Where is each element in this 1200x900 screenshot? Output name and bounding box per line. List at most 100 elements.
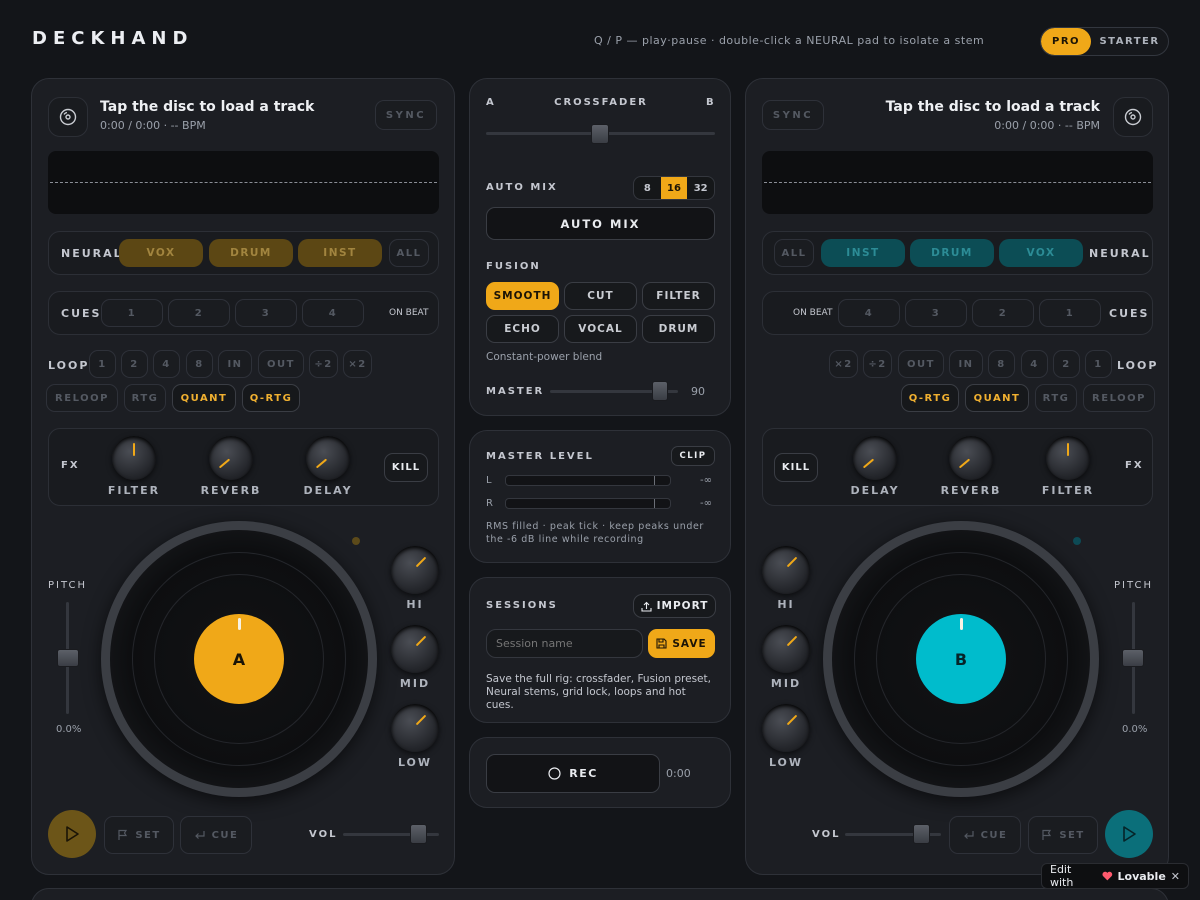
deck-b-reloop[interactable]: RELOOP — [1083, 384, 1155, 412]
deck-a-loop-in[interactable]: IN — [218, 350, 252, 378]
deck-a-loop-btn[interactable]: 2 — [121, 350, 148, 378]
master-slider[interactable] — [652, 381, 668, 401]
deck-a-on-beat[interactable]: ON BEAT — [389, 308, 429, 318]
deck-a-rtg[interactable]: RTG — [124, 384, 166, 412]
deck-b-vol-slider[interactable] — [913, 824, 930, 844]
deck-b-loop-btn[interactable]: 2 — [1053, 350, 1080, 378]
clip-indicator[interactable]: CLIP — [671, 446, 715, 466]
deck-a-disc-label: A — [194, 614, 284, 704]
deck-a-loop-btn[interactable]: 1 — [89, 350, 116, 378]
deck-b-loop-half[interactable]: ÷2 — [863, 350, 892, 378]
deck-a-hi-knob[interactable] — [391, 546, 439, 594]
fusion-echo[interactable]: ECHO — [486, 315, 559, 343]
deck-a-stem-inst[interactable]: INST — [298, 239, 382, 267]
deck-a-neural-row: NEURAL VOX DRUM INST ALL — [48, 231, 439, 275]
deck-a-q-rtg[interactable]: Q-RTG — [242, 384, 300, 412]
deck-b-stem-inst[interactable]: INST — [821, 239, 905, 267]
deck-a-pitch-slider[interactable] — [57, 649, 79, 667]
deck-b-stem-vox[interactable]: VOX — [999, 239, 1083, 267]
deck-a-delay-knob[interactable] — [306, 436, 350, 480]
deck-b-loop-double[interactable]: ×2 — [829, 350, 858, 378]
bars-16[interactable]: 16 — [660, 177, 688, 199]
deck-b-cue-pad[interactable]: 2 — [972, 299, 1034, 327]
save-button[interactable]: SAVE — [648, 629, 715, 658]
plan-starter-button[interactable]: STARTER — [1091, 28, 1168, 55]
deck-b-stem-all[interactable]: ALL — [774, 239, 814, 267]
deck-b-sync-button[interactable]: SYNC — [762, 100, 824, 130]
deck-a-loop-btn[interactable]: 4 — [153, 350, 180, 378]
deck-b-loop-out[interactable]: OUT — [898, 350, 944, 378]
deck-a-cue-pad[interactable]: 2 — [168, 299, 230, 327]
deck-a-reverb-knob[interactable] — [209, 436, 253, 480]
deck-b-loop-label: LOOP — [1117, 359, 1159, 372]
deck-b-on-beat[interactable]: ON BEAT — [793, 308, 833, 318]
deck-b-loop-btn[interactable]: 1 — [1085, 350, 1112, 378]
deck-b-quant[interactable]: QUANT — [965, 384, 1029, 412]
edit-with-lovable-badge[interactable]: Edit with Lovable ✕ — [1041, 863, 1189, 889]
deck-a-stem-drum[interactable]: DRUM — [209, 239, 293, 267]
deck-a-loop-double[interactable]: ×2 — [343, 350, 372, 378]
deck-b-cue-pad[interactable]: 1 — [1039, 299, 1101, 327]
automix-button[interactable]: AUTO MIX — [486, 207, 715, 240]
fusion-drum[interactable]: DRUM — [642, 315, 715, 343]
deck-b-low-knob[interactable] — [762, 704, 810, 752]
deck-b-reverb-knob[interactable] — [949, 436, 993, 480]
session-name-input[interactable] — [486, 629, 643, 658]
deck-b-loop-btn[interactable]: 8 — [988, 350, 1015, 378]
deck-b-delay-knob[interactable] — [853, 436, 897, 480]
fusion-vocal[interactable]: VOCAL — [564, 315, 637, 343]
meter-note: RMS filled · peak tick · keep peaks unde… — [486, 521, 704, 545]
deck-a-loop-out[interactable]: OUT — [258, 350, 304, 378]
deck-a-cue-pad[interactable]: 1 — [101, 299, 163, 327]
deck-a-loop-half[interactable]: ÷2 — [309, 350, 338, 378]
deck-b-kill-button[interactable]: KILL — [774, 453, 818, 482]
deck-b-rtg[interactable]: RTG — [1035, 384, 1077, 412]
deck-a-low-knob[interactable] — [391, 704, 439, 752]
deck-b-filter-knob[interactable] — [1046, 436, 1090, 480]
deck-a-set-button[interactable]: SET — [104, 816, 174, 854]
deck-a-filter-knob[interactable] — [112, 436, 156, 480]
sessions-panel: SESSIONS IMPORT SAVE Save the full rig: … — [469, 577, 731, 723]
deck-a-loop-btn[interactable]: 8 — [186, 350, 213, 378]
deck-b-set-button[interactable]: SET — [1028, 816, 1098, 854]
deck-b-cue-button[interactable]: CUE — [949, 816, 1021, 854]
deck-a-stem-vox[interactable]: VOX — [119, 239, 203, 267]
crossfader-slider[interactable] — [591, 124, 609, 144]
deck-a-quant[interactable]: QUANT — [172, 384, 236, 412]
deck-b-stem-drum[interactable]: DRUM — [910, 239, 994, 267]
deck-a-cue-pad[interactable]: 4 — [302, 299, 364, 327]
import-button[interactable]: IMPORT — [633, 594, 716, 618]
plan-pro-button[interactable]: PRO — [1041, 28, 1091, 55]
deck-a-mid-knob[interactable] — [391, 625, 439, 673]
keyboard-hint: Q / P — play·pause · double-click a NEUR… — [594, 34, 985, 47]
deck-b-loop-in[interactable]: IN — [949, 350, 983, 378]
deck-b-play-button[interactable] — [1105, 810, 1153, 858]
deck-a-vol-slider[interactable] — [410, 824, 427, 844]
deck-a-reloop[interactable]: RELOOP — [46, 384, 118, 412]
deck-b-mid-knob[interactable] — [762, 625, 810, 673]
deck-b-load-icon[interactable] — [1113, 97, 1153, 137]
fusion-filter[interactable]: FILTER — [642, 282, 715, 310]
fusion-smooth[interactable]: SMOOTH — [486, 282, 559, 310]
deck-a-kill-button[interactable]: KILL — [384, 453, 428, 482]
deck-a-jog-wheel[interactable]: A — [101, 521, 377, 797]
deck-b-cue-pad[interactable]: 4 — [838, 299, 900, 327]
deck-a-stem-all[interactable]: ALL — [389, 239, 429, 267]
record-button[interactable]: REC — [486, 754, 660, 793]
deck-b-cue-pad[interactable]: 3 — [905, 299, 967, 327]
fusion-cut[interactable]: CUT — [564, 282, 637, 310]
deck-a-meta: 0:00 / 0:00 · -- BPM — [100, 119, 206, 132]
deck-b-q-rtg[interactable]: Q-RTG — [901, 384, 959, 412]
deck-a-cue-pad[interactable]: 3 — [235, 299, 297, 327]
deck-b-jog-wheel[interactable]: B — [823, 521, 1099, 797]
deck-a-play-button[interactable] — [48, 810, 96, 858]
deck-a-load-icon[interactable] — [48, 97, 88, 137]
bars-8[interactable]: 8 — [634, 177, 661, 199]
deck-a-cue-button[interactable]: CUE — [180, 816, 252, 854]
deck-a-sync-button[interactable]: SYNC — [375, 100, 437, 130]
deck-b-loop-btn[interactable]: 4 — [1021, 350, 1048, 378]
bars-32[interactable]: 32 — [687, 177, 714, 199]
deck-b-hi-knob[interactable] — [762, 546, 810, 594]
badge-close-icon[interactable]: ✕ — [1171, 870, 1180, 883]
deck-b-pitch-slider[interactable] — [1122, 649, 1144, 667]
